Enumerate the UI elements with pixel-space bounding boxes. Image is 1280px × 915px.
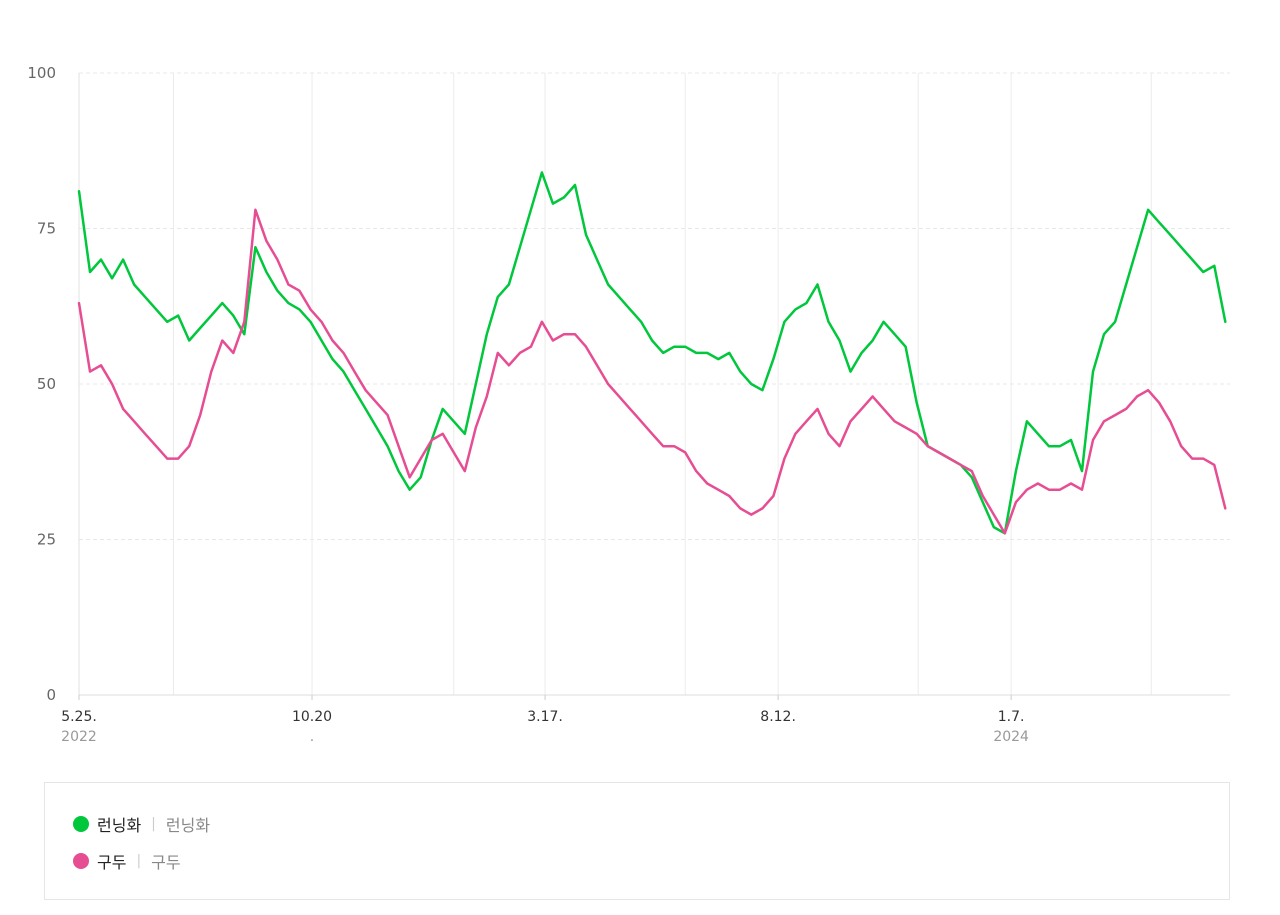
x-tick-sublabel: 2024	[993, 729, 1029, 745]
x-tick-label: 1.7.	[998, 709, 1025, 725]
legend-dot-icon	[73, 853, 89, 869]
y-tick-label: 50	[37, 375, 56, 393]
x-tick-label: 8.12.	[760, 709, 796, 725]
x-tick-label: 10.20	[292, 709, 332, 725]
chart-area: 0 25 50 75 100 5.25. 2022 10.20. 3.17. 8.12. 1.7. 2…	[0, 0, 1280, 760]
legend-separator: |	[151, 816, 156, 832]
legend-sublabel: 구두	[151, 853, 181, 872]
series-line-running-shoes	[77, 171, 1227, 535]
x-tick-sublabel: 2022	[61, 729, 97, 745]
legend-dot-icon	[73, 816, 89, 832]
x-tick-label: 3.17.	[527, 709, 563, 725]
legend-item-running-shoes[interactable]: 런닝화 | 런닝화	[73, 813, 210, 835]
legend-label: 런닝화	[97, 816, 142, 835]
legend-label: 구두	[97, 853, 127, 872]
y-tick-label: 25	[37, 531, 56, 549]
legend-item-dress-shoes[interactable]: 구두 | 구두	[73, 850, 181, 872]
y-tick-label: 0	[46, 686, 56, 704]
series-line-dress-shoes	[77, 208, 1227, 535]
y-tick-label: 100	[27, 64, 56, 82]
x-tick-label: 5.25.	[61, 709, 97, 725]
line-chart: 0 25 50 75 100 5.25. 2022 10.20. 3.17. 8.12. 1.7. 2…	[27, 64, 1230, 745]
legend: 런닝화 | 런닝화 구두 | 구두	[44, 782, 1230, 900]
legend-sublabel: 런닝화	[165, 816, 211, 835]
y-tick-label: 75	[37, 220, 56, 238]
legend-separator: |	[136, 853, 142, 869]
x-tick-sublabel: .	[310, 729, 314, 745]
